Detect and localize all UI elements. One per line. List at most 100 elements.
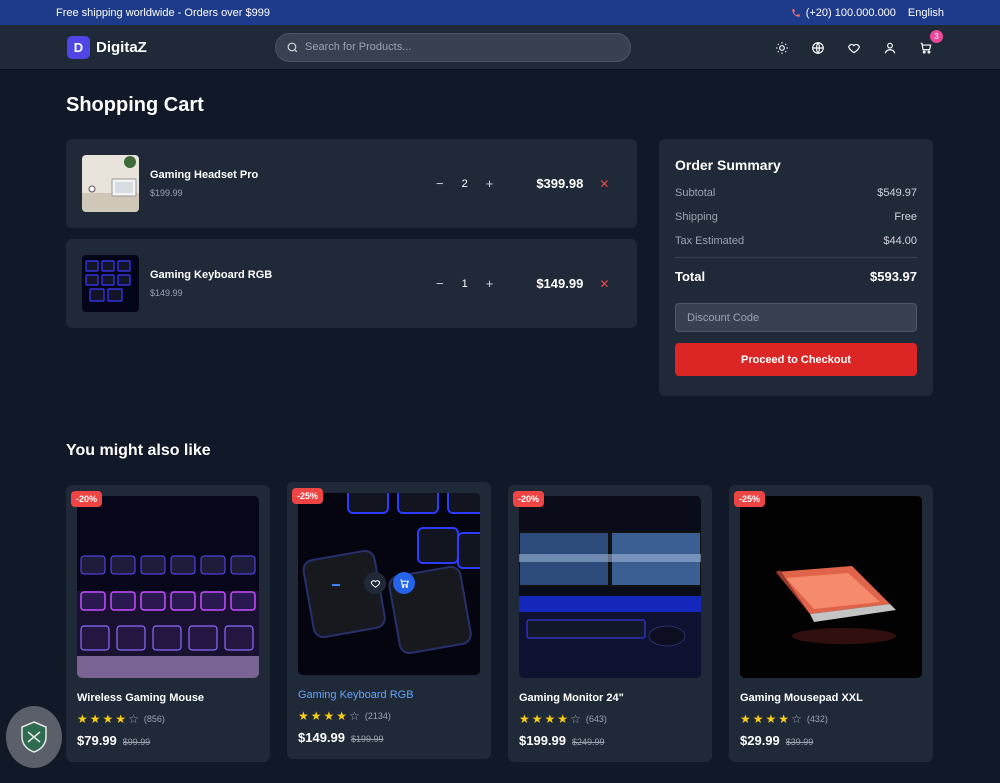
- cart-icon: [399, 578, 409, 588]
- review-count: (2134): [364, 711, 391, 721]
- tax-row: Tax Estimated $44.00: [675, 235, 917, 247]
- star-outline-icon: ☆: [791, 712, 802, 726]
- wishlist-button[interactable]: [846, 40, 862, 56]
- product-prices: $149.99 $199.99: [298, 730, 384, 745]
- brand-name: DigitaZ: [96, 38, 147, 56]
- decrease-qty-button[interactable]: −: [436, 176, 444, 191]
- star-icon: ★: [544, 712, 556, 726]
- item-name[interactable]: Gaming Headset Pro: [150, 169, 420, 181]
- logo[interactable]: D DigitaZ: [67, 35, 275, 59]
- language-button[interactable]: [810, 40, 826, 56]
- user-icon: [884, 42, 896, 53]
- account-button[interactable]: [882, 40, 898, 56]
- cart-icon: [920, 42, 932, 54]
- theme-toggle[interactable]: [774, 40, 790, 56]
- recommendations-title: You might also like: [66, 442, 211, 459]
- decrease-qty-button[interactable]: −: [436, 276, 444, 291]
- product-rating: ★ ★ ★ ★ ☆ (643): [519, 712, 607, 726]
- product-old-price: $99.99: [122, 737, 151, 747]
- product-rating: ★ ★ ★ ★ ☆ (432): [740, 712, 828, 726]
- shipping-value: Free: [894, 211, 917, 223]
- product-old-price: $39.99: [785, 737, 814, 747]
- product-thumbnail: [82, 155, 139, 212]
- phone-icon: [791, 8, 800, 17]
- subtotal-label: Subtotal: [675, 187, 716, 199]
- star-icon: ★: [89, 712, 101, 726]
- product-image: [519, 496, 701, 678]
- globe-icon: [812, 41, 824, 54]
- product-rating: ★ ★ ★ ★ ☆ (2134): [298, 709, 391, 723]
- quantity-stepper: − 1 +: [436, 276, 493, 291]
- top-bar: Free shipping worldwide - Orders over $9…: [0, 0, 1000, 25]
- product-prices: $29.99 $39.99: [740, 733, 813, 748]
- add-to-cart-button[interactable]: [393, 572, 415, 594]
- cart-item: Gaming Headset Pro $199.99 − 2 + $399.98…: [66, 139, 637, 228]
- star-icon: ★: [765, 712, 777, 726]
- product-card[interactable]: -25% Gaming Keyboard RGB ★ ★ ★ ★ ☆ (2134) $1…: [287, 482, 491, 759]
- nav-icons: 3: [774, 25, 943, 70]
- quantity-value: 2: [461, 177, 468, 190]
- remove-item-button[interactable]: ✕: [599, 277, 609, 291]
- discount-code-input[interactable]: Discount Code: [675, 303, 917, 332]
- product-price: $149.99: [298, 730, 345, 745]
- item-price: $199.99: [150, 188, 183, 198]
- star-icon: ★: [778, 712, 790, 726]
- search-input[interactable]: Search for Products...: [305, 41, 411, 53]
- item-info: Gaming Keyboard RGB $149.99: [150, 269, 420, 298]
- quantity-value: 1: [461, 277, 468, 290]
- summary-title: Order Summary: [675, 157, 781, 173]
- star-icon: ★: [336, 709, 348, 723]
- star-icon: ★: [77, 712, 88, 726]
- item-name[interactable]: Gaming Keyboard RGB: [150, 269, 420, 281]
- divider: [675, 257, 917, 258]
- search-bar[interactable]: Search for Products...: [275, 32, 631, 62]
- product-card[interactable]: -20% Wireless Gaming Mouse ★ ★ ★ ★ ☆ (856) $…: [66, 485, 270, 762]
- add-to-wishlist-button[interactable]: [364, 572, 386, 594]
- product-name[interactable]: Gaming Keyboard RGB: [298, 689, 414, 701]
- increase-qty-button[interactable]: +: [486, 176, 494, 191]
- product-image: [77, 496, 259, 678]
- discount-badge: -20%: [513, 491, 545, 507]
- promo-text: Free shipping worldwide - Orders over $9…: [56, 6, 270, 19]
- shield-icon: [21, 721, 47, 753]
- increase-qty-button[interactable]: +: [486, 276, 494, 291]
- language-selector[interactable]: English: [908, 7, 944, 19]
- total-row: Total $593.97: [675, 269, 917, 284]
- logo-mark: D: [67, 35, 90, 59]
- star-icon: ★: [519, 712, 530, 726]
- cart-button[interactable]: 3: [918, 29, 943, 56]
- phone-link[interactable]: (+20) 100.000.000: [791, 7, 896, 19]
- subtotal-row: Subtotal $549.97: [675, 187, 917, 199]
- product-price: $199.99: [519, 733, 566, 748]
- star-icon: ★: [298, 709, 309, 723]
- star-icon: ★: [310, 709, 322, 723]
- main-nav: D DigitaZ Search for Products... 3: [0, 25, 1000, 70]
- product-card[interactable]: -25% Gaming Mousepad XXL ★ ★ ★ ★ ☆ (432) $29…: [729, 485, 933, 762]
- discount-badge: -20%: [71, 491, 103, 507]
- product-old-price: $199.99: [351, 734, 384, 744]
- product-price: $29.99: [740, 733, 780, 748]
- product-image: [298, 493, 480, 675]
- star-outline-icon: ☆: [570, 712, 581, 726]
- product-name[interactable]: Gaming Mousepad XXL: [740, 692, 863, 704]
- watermark-logo: [6, 706, 62, 768]
- review-count: (643): [585, 714, 607, 724]
- tax-label: Tax Estimated: [675, 235, 745, 247]
- tax-value: $44.00: [883, 235, 917, 247]
- remove-item-button[interactable]: ✕: [599, 177, 609, 191]
- topbar-right: (+20) 100.000.000 English: [791, 7, 944, 19]
- product-card[interactable]: -20% Gaming Monitor 24" ★ ★ ★ ★ ☆ (643) $199…: [508, 485, 712, 762]
- discount-badge: -25%: [734, 491, 766, 507]
- star-outline-icon: ☆: [128, 712, 139, 726]
- star-icon: ★: [115, 712, 127, 726]
- star-icon: ★: [323, 709, 335, 723]
- checkout-button[interactable]: Proceed to Checkout: [675, 343, 917, 376]
- cart-count-badge: 3: [930, 29, 943, 43]
- product-name[interactable]: Gaming Monitor 24": [519, 692, 624, 704]
- star-outline-icon: ☆: [349, 709, 360, 723]
- item-info: Gaming Headset Pro $199.99: [150, 169, 420, 198]
- review-count: (856): [143, 714, 165, 724]
- product-name[interactable]: Wireless Gaming Mouse: [77, 692, 204, 704]
- star-icon: ★: [531, 712, 543, 726]
- quantity-stepper: − 2 +: [436, 176, 493, 191]
